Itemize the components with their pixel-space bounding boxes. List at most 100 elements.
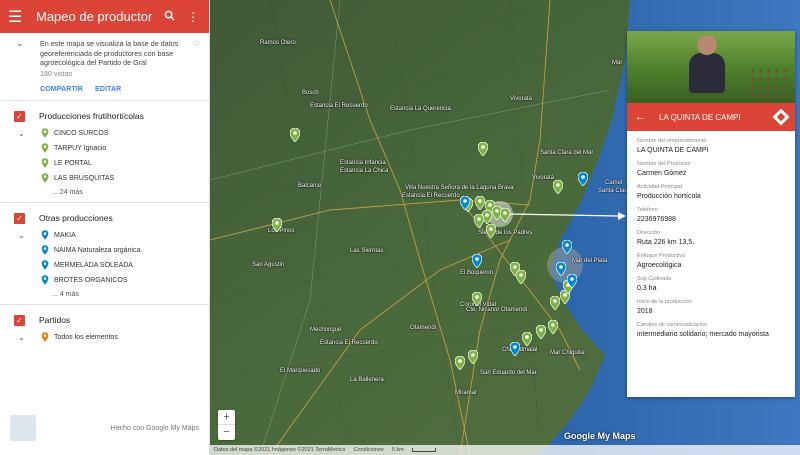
map-pin-icon <box>40 274 50 286</box>
layer-header[interactable]: ✓ Producciones frutihortícolas <box>0 107 209 126</box>
map-pin-icon <box>40 172 50 184</box>
layer-item[interactable]: ⌄ MAKIA <box>0 228 209 243</box>
layer-item[interactable]: MERMELADA SOLEADA <box>0 258 209 273</box>
map-place-label: Otamendi <box>410 325 437 331</box>
layer-header[interactable]: ✓ Partidos <box>0 311 209 330</box>
producer-marker[interactable] <box>471 291 483 307</box>
producer-marker[interactable] <box>552 179 564 195</box>
layer-item-label: LAS BRUSQUITAS <box>54 174 115 182</box>
other-production-marker[interactable] <box>509 341 521 357</box>
other-production-marker[interactable] <box>577 171 589 187</box>
info-field: Inicio de la producción 2018 <box>627 299 795 315</box>
field-value: Ruta 226 km 13,5, <box>637 239 695 246</box>
layer-item-label: MAKIA <box>54 231 76 239</box>
conditions-link[interactable]: Condiciones <box>354 447 384 453</box>
chevron-down-icon[interactable]: ⌄ <box>16 38 24 49</box>
edit-button[interactable]: EDITAR <box>95 84 121 93</box>
layer-checkbox[interactable]: ✓ <box>14 212 25 224</box>
producer-marker[interactable] <box>515 269 527 285</box>
producer-marker[interactable] <box>271 217 283 233</box>
field-label: Sup Cultivada <box>637 276 672 282</box>
info-field: Canales de comercialización intermediario… <box>627 322 795 338</box>
producer-marker[interactable] <box>549 295 561 311</box>
map-attribution-bar: Datos del mapa ©2021 Imágenes ©2021 Terr… <box>210 445 800 455</box>
map-place-label: Estancia El Recuerdo <box>320 340 378 346</box>
other-production-marker[interactable] <box>561 239 573 255</box>
layer-checkbox[interactable]: ✓ <box>14 314 25 326</box>
field-value: Carmen Gómez <box>637 170 687 177</box>
producer-marker[interactable] <box>521 331 533 347</box>
other-production-marker[interactable] <box>459 195 471 211</box>
star-icon[interactable]: ☆ <box>192 39 201 49</box>
layer-item[interactable]: LAS BRUSQUITAS <box>0 171 209 186</box>
map-place-label: Mar del Plata <box>572 258 608 264</box>
field-label: Nombre del Productor <box>637 161 691 167</box>
map-place-label: Santa Clara del Mar <box>540 150 594 156</box>
other-production-marker[interactable] <box>471 253 483 269</box>
other-production-marker[interactable] <box>566 273 578 289</box>
producer-marker[interactable] <box>474 195 486 211</box>
menu-icon[interactable]: ☰ <box>8 7 26 27</box>
sidebar-footer: Hecho con Google My Maps <box>10 415 199 441</box>
field-value: LA QUINTA DE CAMPI <box>637 147 709 154</box>
chevron-down-icon[interactable]: ⌄ <box>18 129 30 138</box>
share-button[interactable]: COMPARTIR <box>40 84 83 93</box>
producer-marker[interactable] <box>477 141 489 157</box>
producer-marker[interactable] <box>289 127 301 143</box>
map-place-label: Vivoratá <box>532 175 554 181</box>
made-with-label: Hecho con Google My Maps <box>110 424 199 432</box>
info-field: Sup Cultivada 0,3 ha <box>627 276 795 292</box>
map-thumbnail-icon[interactable] <box>10 415 36 441</box>
map-place-label: Villa Nuestra Señora de la Laguna Brava <box>405 185 514 191</box>
map-place-label: Ramos Otero <box>260 40 296 46</box>
map-pin-icon <box>40 331 50 343</box>
map-place-label: Las Sierritas <box>350 248 384 254</box>
producer-marker[interactable] <box>499 207 511 223</box>
back-arrow-icon[interactable]: ← <box>635 111 649 123</box>
field-label: Dirección <box>637 230 660 236</box>
layer-item-label: Todos los elementos <box>54 333 118 341</box>
other-production-marker[interactable] <box>555 261 567 277</box>
chevron-down-icon[interactable]: ⌄ <box>18 231 30 240</box>
layer-checkbox[interactable]: ✓ <box>14 110 25 122</box>
producer-marker[interactable] <box>467 349 479 365</box>
map-place-label: Miramar <box>455 390 477 396</box>
map-place-label: La Ballenera <box>350 377 384 383</box>
layer-item[interactable]: ⌄ CINCO SURCOS <box>0 126 209 141</box>
chevron-down-icon[interactable]: ⌄ <box>18 333 30 342</box>
map-place-label: Estancia Infancia <box>340 160 386 166</box>
map-place-label: Camet <box>605 180 623 186</box>
layer-item[interactable]: NAIMA Naturaleza orgánica <box>0 243 209 258</box>
more-items-link[interactable]: ... 24 más <box>0 186 209 202</box>
layer-item[interactable]: LE PORTAL <box>0 156 209 171</box>
field-label: Actividad Principal <box>637 184 682 190</box>
more-items-link[interactable]: ... 4 más <box>0 288 209 304</box>
panel-fields: Nombre del emprendimiento LA QUINTA DE CA… <box>627 138 795 338</box>
layer-0: ✓ Producciones frutihortícolas ⌄ CINCO SURC… <box>0 101 209 202</box>
producer-photo[interactable] <box>627 31 795 103</box>
layer-item[interactable]: ⌄ Todos los elementos <box>0 330 209 345</box>
map-place-label: Estancia El Recuerdo <box>310 103 368 109</box>
field-label: Nombre del emprendimiento <box>637 138 707 144</box>
app-window: ☰ Mapeo de productores ... ⋮ ⌄ ☆ En este… <box>0 0 800 455</box>
producer-marker[interactable] <box>485 223 497 239</box>
zoom-in-button[interactable]: + <box>218 410 235 425</box>
scale-label: 5 km <box>391 447 404 453</box>
producer-marker[interactable] <box>473 213 485 229</box>
views-count: 180 vistas <box>40 68 73 78</box>
map-place-label: San Agustín <box>252 262 285 268</box>
map-pin-icon <box>40 229 50 241</box>
more-vert-icon[interactable]: ⋮ <box>185 10 201 24</box>
producer-marker[interactable] <box>547 319 559 335</box>
layer-item[interactable]: TARPUY Ignacio <box>0 141 209 156</box>
producer-marker[interactable] <box>454 355 466 371</box>
feature-info-panel: ← LA QUINTA DE CAMPI Nombre del emprendi… <box>627 31 795 397</box>
layer-header[interactable]: ✓ Otras producciones <box>0 209 209 228</box>
producer-marker[interactable] <box>535 324 547 340</box>
zoom-out-button[interactable]: − <box>218 425 235 440</box>
search-icon[interactable] <box>161 10 177 24</box>
layer-item-label: CINCO SURCOS <box>54 129 109 137</box>
directions-icon[interactable] <box>772 108 790 126</box>
layer-item[interactable]: BROTES ORGANICOS <box>0 273 209 288</box>
map-place-label: Balcarce <box>298 183 322 189</box>
